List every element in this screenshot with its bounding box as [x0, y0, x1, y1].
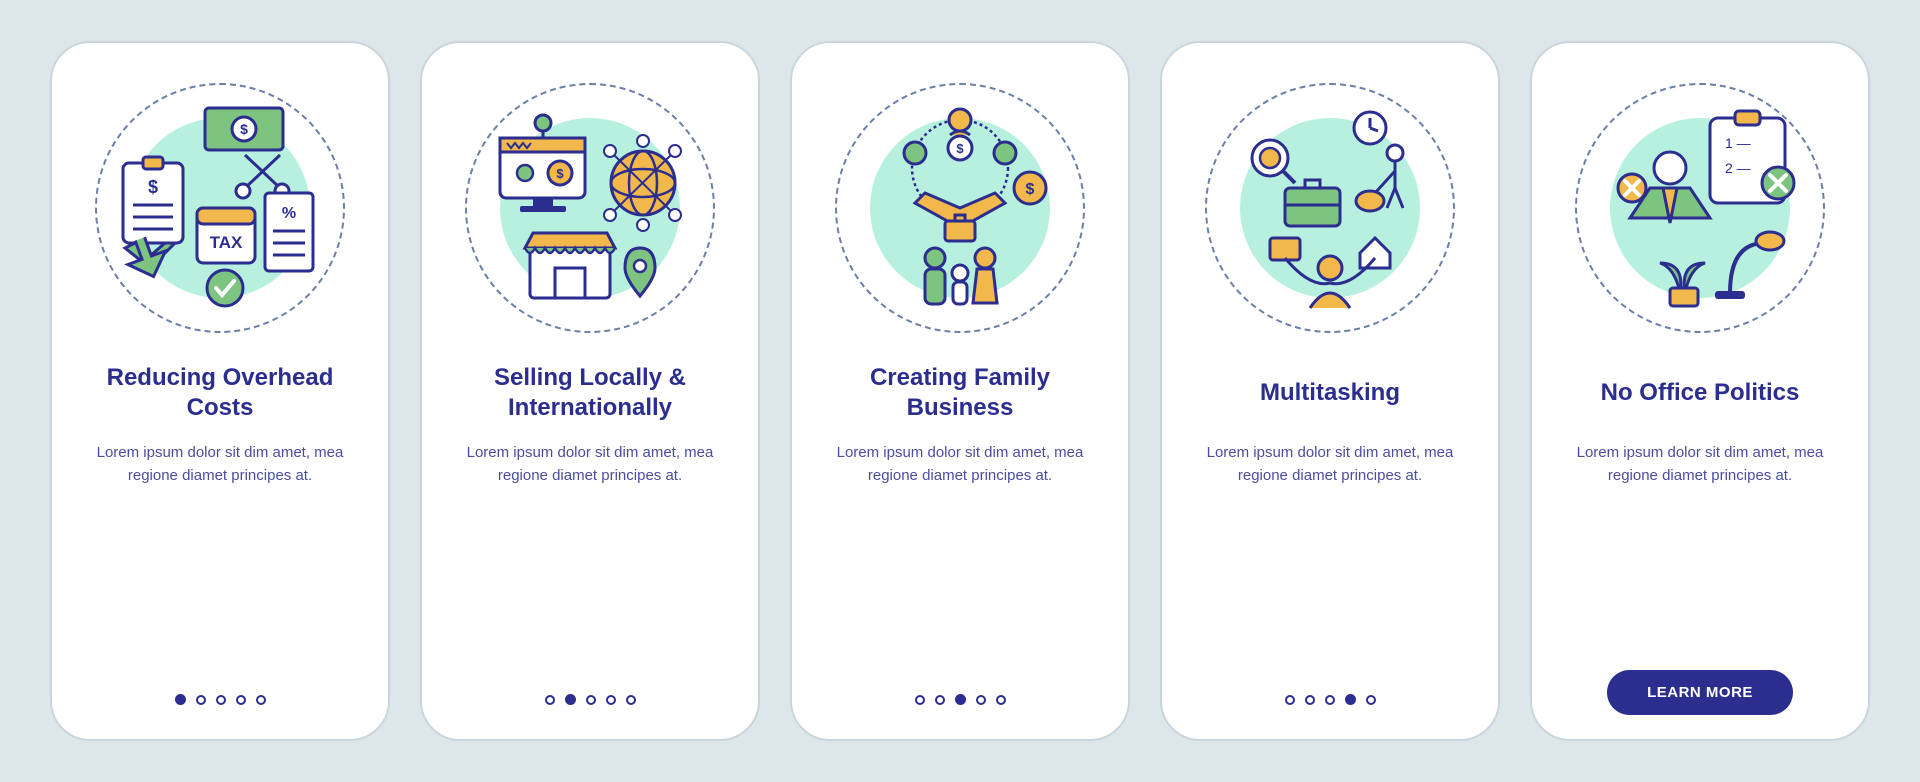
illustration-selling: $ — [465, 83, 715, 333]
dot-3[interactable] — [955, 694, 966, 705]
dot-1[interactable] — [1285, 695, 1295, 705]
family-business-icon: $ $ — [845, 93, 1075, 323]
screen-title: Selling Locally & Internationally — [448, 363, 732, 423]
screen-description: Lorem ipsum dolor sit dim amet, mea regi… — [818, 441, 1102, 488]
multitasking-icon — [1215, 93, 1445, 323]
dot-4[interactable] — [236, 695, 246, 705]
svg-text:$: $ — [148, 177, 158, 197]
svg-text:$: $ — [240, 121, 248, 137]
screen-title: No Office Politics — [1601, 363, 1800, 423]
onboarding-screen-5: 1 — 2 — No Office Politics Lorem ipsu — [1530, 41, 1870, 741]
screen-title: Multitasking — [1260, 363, 1400, 423]
svg-text:2 —: 2 — — [1725, 160, 1751, 176]
onboarding-screen-2: $ — [420, 41, 760, 741]
illustration-multitasking — [1205, 83, 1455, 333]
screen-title: Reducing Overhead Costs — [78, 363, 362, 423]
dot-2[interactable] — [935, 695, 945, 705]
svg-text:$: $ — [956, 141, 964, 156]
dot-2[interactable] — [1305, 695, 1315, 705]
dot-4[interactable] — [606, 695, 616, 705]
dot-5[interactable] — [256, 695, 266, 705]
dot-5[interactable] — [626, 695, 636, 705]
onboarding-screen-1: $ $ T — [50, 41, 390, 741]
dot-1[interactable] — [175, 694, 186, 705]
svg-text:TAX: TAX — [210, 233, 243, 252]
dot-5[interactable] — [996, 695, 1006, 705]
dot-5[interactable] — [1366, 695, 1376, 705]
onboarding-screens: $ $ T — [10, 41, 1910, 741]
dot-4[interactable] — [1345, 694, 1356, 705]
dot-3[interactable] — [586, 695, 596, 705]
dot-2[interactable] — [565, 694, 576, 705]
onboarding-screen-3: $ $ Creat — [790, 41, 1130, 741]
no-office-politics-icon: 1 — 2 — — [1585, 93, 1815, 323]
dot-3[interactable] — [216, 695, 226, 705]
onboarding-screen-4: Multitasking Lorem ipsum dolor sit dim a… — [1160, 41, 1500, 741]
page-indicator — [545, 694, 636, 715]
screen-description: Lorem ipsum dolor sit dim amet, mea regi… — [448, 441, 732, 488]
selling-local-global-icon: $ — [475, 93, 705, 323]
page-indicator — [1285, 694, 1376, 715]
dot-2[interactable] — [196, 695, 206, 705]
learn-more-button[interactable]: LEARN MORE — [1607, 670, 1793, 715]
illustration-no-politics: 1 — 2 — — [1575, 83, 1825, 333]
dot-3[interactable] — [1325, 695, 1335, 705]
svg-text:%: % — [282, 205, 296, 222]
page-indicator — [915, 694, 1006, 715]
screen-description: Lorem ipsum dolor sit dim amet, mea regi… — [1188, 441, 1472, 488]
screen-title: Creating Family Business — [818, 363, 1102, 423]
screen-description: Lorem ipsum dolor sit dim amet, mea regi… — [78, 441, 362, 488]
illustration-overhead-costs: $ $ T — [95, 83, 345, 333]
svg-text:1 —: 1 — — [1725, 135, 1751, 151]
screen-description: Lorem ipsum dolor sit dim amet, mea regi… — [1558, 441, 1842, 488]
svg-text:$: $ — [1026, 181, 1035, 198]
overhead-costs-icon: $ $ T — [105, 93, 335, 323]
dot-1[interactable] — [545, 695, 555, 705]
page-indicator — [175, 694, 266, 715]
dot-1[interactable] — [915, 695, 925, 705]
dot-4[interactable] — [976, 695, 986, 705]
svg-text:$: $ — [556, 166, 564, 181]
illustration-family-business: $ $ — [835, 83, 1085, 333]
